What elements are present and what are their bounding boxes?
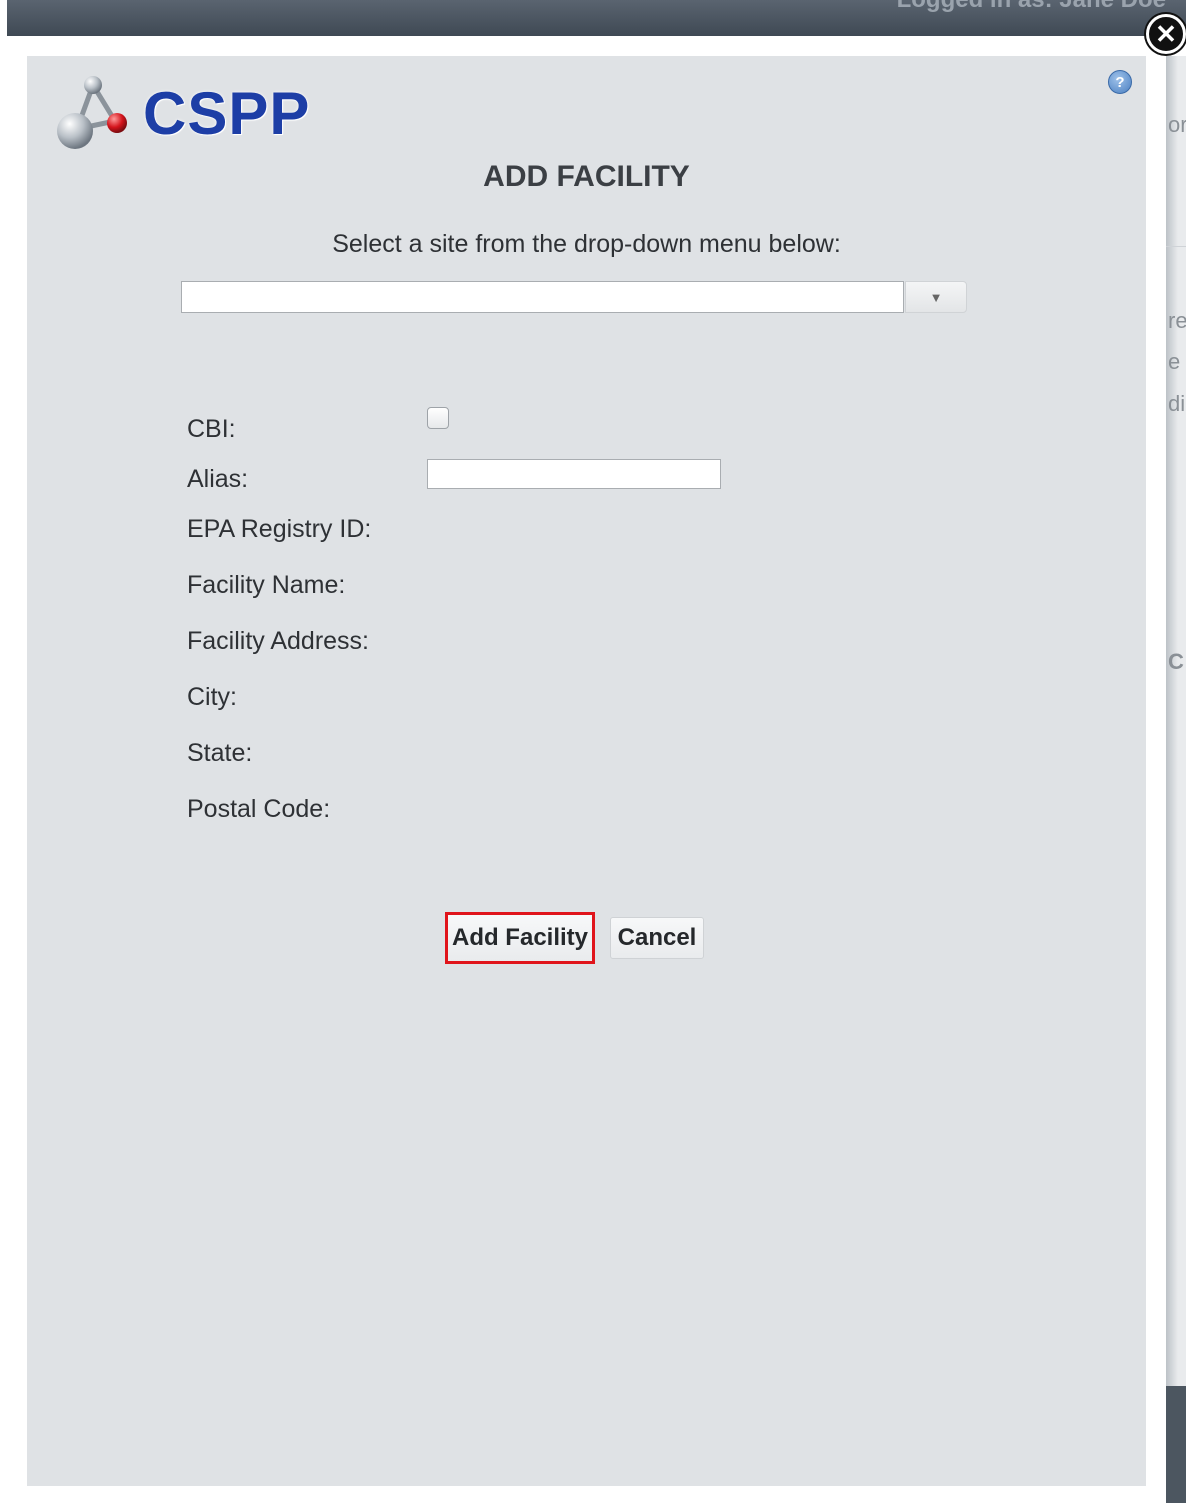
site-dropdown-button[interactable]: ▼ (905, 281, 967, 313)
close-icon: ✕ (1155, 19, 1177, 49)
background-text-fragment: e t (1168, 349, 1186, 374)
state-label: State: (187, 739, 253, 767)
cbi-label: CBI: (187, 415, 236, 443)
background-text-fragment: C (1168, 649, 1184, 674)
cancel-button[interactable]: Cancel (610, 917, 704, 959)
facility-name-label: Facility Name: (187, 571, 346, 599)
chevron-down-icon: ▼ (929, 289, 943, 305)
background-text-fragment: re (1168, 308, 1186, 333)
logged-in-text: Logged in as: Jane Doe (897, 0, 1166, 14)
cspp-logo: CSPP (53, 70, 310, 156)
add-facility-dialog: CSPP ? ADD FACILITY Select a site from t… (27, 56, 1146, 1486)
site-dropdown-field[interactable] (181, 281, 905, 313)
help-icon[interactable]: ? (1108, 70, 1132, 94)
add-facility-button[interactable]: Add Facility (445, 912, 595, 964)
background-header: Logged in as: Jane Doe (7, 0, 1186, 36)
alias-label: Alias: (187, 465, 249, 493)
logo-text: CSPP (143, 79, 311, 147)
background-text-fragment: or (1168, 112, 1186, 137)
facility-address-label: Facility Address: (187, 627, 370, 655)
alias-input[interactable] (427, 459, 721, 489)
background-text-fragment: di (1168, 391, 1186, 416)
molecule-logo-icon (57, 76, 127, 149)
dialog-title: ADD FACILITY (483, 160, 690, 193)
close-dialog-button[interactable]: ✕ (1146, 14, 1186, 54)
postal-code-label: Postal Code: (187, 795, 331, 823)
site-dropdown[interactable]: ▼ (181, 281, 967, 313)
epa-registry-id-label: EPA Registry ID: (187, 515, 372, 543)
site-select-instruction: Select a site from the drop-down menu be… (332, 230, 841, 258)
background-page-edge: or re e t di C (1166, 56, 1186, 1503)
city-label: City: (187, 683, 237, 711)
cbi-checkbox[interactable] (427, 407, 449, 429)
